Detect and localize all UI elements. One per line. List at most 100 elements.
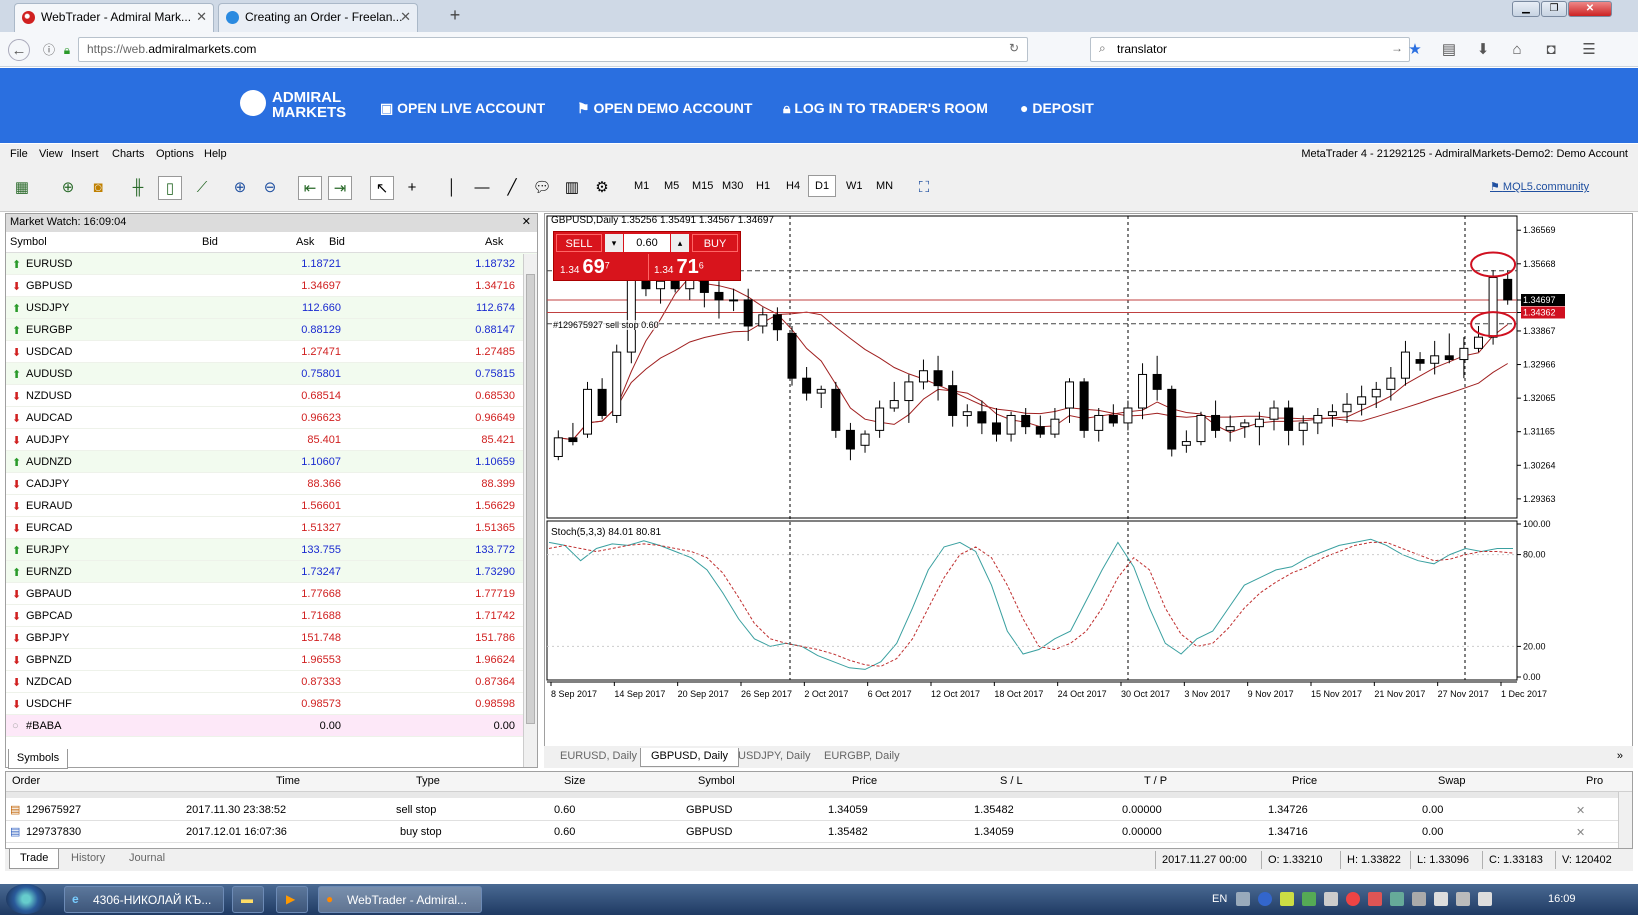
line-chart-icon[interactable]: ⟋ [190,176,214,200]
col-symbol[interactable]: Symbol [698,775,735,787]
market-watch-row[interactable]: ⬇ USDCHF 0.98573 0.98598 [6,693,537,715]
sell-price[interactable]: 1.34 697 [560,256,610,279]
open-demo-account-link[interactable]: ⚑ OPEN DEMO ACCOUNT [577,100,752,117]
input-language[interactable]: EN [1212,893,1227,905]
help-tray-icon[interactable] [1258,892,1272,906]
col-price[interactable]: Price [852,775,877,787]
menu-file[interactable]: File [10,148,28,160]
hamburger-menu-icon[interactable]: ☰ [1578,39,1600,61]
col-symbol[interactable]: Symbol [10,236,47,248]
market-watch-row[interactable]: ⬇ AUDJPY 85.401 85.421 [6,429,537,451]
col-time[interactable]: Time [276,775,300,787]
col-bid[interactable]: Bid [202,236,218,248]
horizontal-line-icon[interactable]: — [470,176,494,200]
market-watch-row[interactable]: ⬆ USDJPY 112.660 112.674 [6,297,537,319]
tab-history[interactable]: History [61,849,115,869]
market-watch-row[interactable]: ○ #BABA 0.00 0.00 [6,715,537,737]
timeframe-m1[interactable]: M1 [634,180,649,192]
chart-shift-icon[interactable]: ⇤ [298,176,322,200]
col-current-price[interactable]: Price [1292,775,1317,787]
chart-tabs-scroll-icon[interactable]: » [1607,748,1633,767]
timeframe-mn[interactable]: MN [876,180,893,192]
back-icon[interactable]: ← [8,39,30,61]
new-order-icon[interactable]: ⊕ [56,176,80,200]
scrollbar-thumb[interactable] [526,274,535,724]
timeframe-w1[interactable]: W1 [846,180,863,192]
cursor-icon[interactable]: ↖ [370,176,394,200]
col-ask-2[interactable]: Ask [485,236,503,248]
open-live-account-link[interactable]: ▣ OPEN LIVE ACCOUNT [380,100,545,117]
col-bid-2[interactable]: Bid [329,236,345,248]
opera-tray-icon[interactable] [1346,892,1360,906]
timeframe-d1[interactable]: D1 [808,175,837,197]
bookmark-star-icon[interactable]: ★ [1404,39,1426,61]
chart-tab-usdjpy[interactable]: USDJPY, Daily [728,748,821,767]
zoom-in-icon[interactable]: ⊕ [228,176,252,200]
market-watch-row[interactable]: ⬆ EURNZD 1.73247 1.73290 [6,561,537,583]
buy-button[interactable]: BUY [692,234,738,252]
sell-button[interactable]: SELL [556,234,602,252]
text-label-icon[interactable]: 💬︎ [530,176,554,200]
market-watch-row[interactable]: ⬇ CADJPY 88.366 88.399 [6,473,537,495]
flag-tray-icon[interactable] [1280,892,1294,906]
price-chart[interactable]: 1.365691.356681.346971.343621.338671.329… [545,214,1632,747]
pending-order-label[interactable]: #129675927 sell stop 0.60 [553,320,659,330]
zoom-out-icon[interactable]: ⊖ [258,176,282,200]
col-tp[interactable]: T / P [1144,775,1167,787]
new-tab-icon[interactable]: + [444,4,466,26]
deposit-link[interactable]: ● DEPOSIT [1020,100,1094,116]
orders-scrollbar[interactable] [1618,792,1632,848]
clock[interactable]: 16:09 [1548,893,1576,905]
minimize-window-icon[interactable]: ▁ [1512,1,1540,17]
market-watch-row[interactable]: ⬇ USDCAD 1.27471 1.27485 [6,341,537,363]
url-bar[interactable]: https://web.admiralmarkets.com ↻ [78,37,1028,62]
portfolio-icon[interactable]: ◙ [86,176,110,200]
search-bar[interactable]: ⌕ translator → [1090,37,1410,62]
col-order[interactable]: Order [12,775,40,787]
col-type[interactable]: Type [416,775,440,787]
market-watch-row[interactable]: ⬆ EURUSD 1.18721 1.18732 [6,253,537,275]
col-profit[interactable]: Pro [1586,775,1603,787]
buy-price[interactable]: 1.34 716 [654,256,704,279]
menu-options[interactable]: Options [156,148,194,160]
close-window-icon[interactable]: ✕ [1568,1,1612,17]
chart-tab-eurusd[interactable]: EURUSD, Daily [550,748,647,767]
lot-size-input[interactable]: 0.60 [624,234,670,252]
close-tab-icon[interactable]: ✕ [196,9,207,25]
order-row[interactable]: ▤ 129675927 2017.11.30 23:38:52 sell sto… [6,799,1632,821]
menu-help[interactable]: Help [204,148,227,160]
bar-chart-icon[interactable]: ╫ [126,176,150,200]
traders-room-link[interactable]: 🔒︎ LOG IN TO TRADER'S ROOM [783,100,988,117]
market-watch-row[interactable]: ⬇ NZDUSD 0.68514 0.68530 [6,385,537,407]
shapes-icon[interactable]: ⚙ [590,176,614,200]
home-icon[interactable]: ⌂ [1506,39,1528,61]
menu-charts[interactable]: Charts [112,148,144,160]
candlestick-chart-icon[interactable]: ▯ [158,176,182,200]
cancel-order-icon[interactable]: ✕ [1576,826,1585,839]
market-watch-row[interactable]: ⬇ GBPUSD 1.34697 1.34716 [6,275,537,297]
lot-decrease-icon[interactable]: ▾ [605,234,623,252]
market-watch-row[interactable]: ⬆ EURGBP 0.88129 0.88147 [6,319,537,341]
antivirus-tray-icon[interactable] [1368,892,1382,906]
market-watch-row[interactable]: ⬇ GBPNZD 1.96553 1.96624 [6,649,537,671]
market-watch-row[interactable]: ⬇ AUDCAD 0.96623 0.96649 [6,407,537,429]
restore-window-icon[interactable]: ❐ [1541,1,1567,17]
volume-tray-icon[interactable] [1478,892,1492,906]
search-go-icon[interactable]: → [1391,41,1403,55]
market-watch-row[interactable]: ⬇ GBPCAD 1.71688 1.71742 [6,605,537,627]
network-tray-icon[interactable] [1390,892,1404,906]
col-size[interactable]: Size [564,775,585,787]
device-tray-icon[interactable] [1412,892,1426,906]
col-swap[interactable]: Swap [1438,775,1466,787]
reload-icon[interactable]: ↻ [1009,41,1019,55]
market-watch-row[interactable]: ⬇ GBPJPY 151.748 151.786 [6,627,537,649]
lot-increase-icon[interactable]: ▴ [671,234,689,252]
market-watch-row[interactable]: ⬇ EURAUD 1.56601 1.56629 [6,495,537,517]
display-tray-icon[interactable] [1456,892,1470,906]
market-watch-row[interactable]: ⬇ NZDCAD 0.87333 0.87364 [6,671,537,693]
market-watch-row[interactable]: ⬆ AUDUSD 0.75801 0.75815 [6,363,537,385]
cancel-order-icon[interactable]: ✕ [1576,804,1585,817]
app-tray-icon[interactable] [1302,892,1316,906]
timeframe-h1[interactable]: H1 [756,180,770,192]
bookmarks-library-icon[interactable]: ▤ [1438,39,1460,61]
